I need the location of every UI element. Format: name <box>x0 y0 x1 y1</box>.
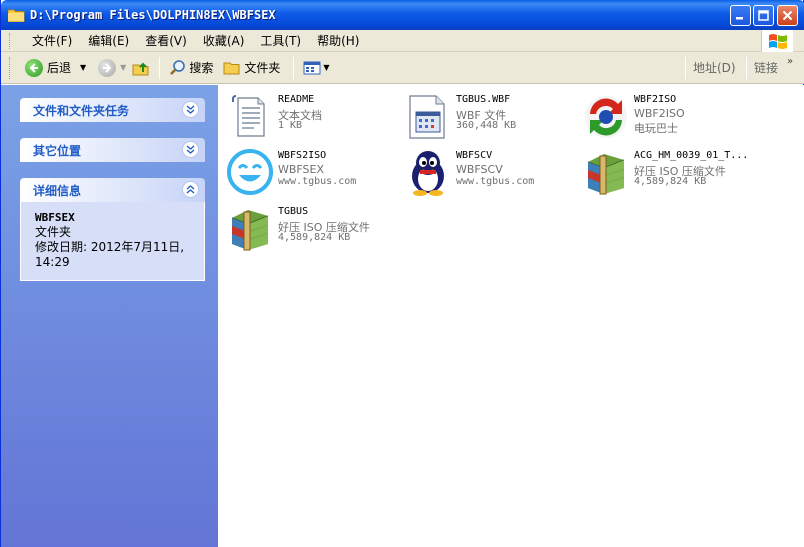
file-company: 电玩巴士 <box>634 122 678 135</box>
details-title: 详细信息 <box>33 183 82 198</box>
details-modified: 修改日期: 2012年7月11日, <box>35 240 185 254</box>
close-button[interactable] <box>777 5 798 26</box>
other-places-title: 其它位置 <box>33 143 82 158</box>
title-bar[interactable]: D:\Program Files\DOLPHIN8EX\WBFSEX <box>1 0 804 30</box>
toolbar-separator <box>159 56 161 79</box>
file-size: 1 KB <box>278 120 303 131</box>
file-description: WBFSEX <box>278 163 325 176</box>
archive-icon <box>226 204 274 252</box>
file-item-wbf2iso[interactable]: WBF2ISO WBF2ISO 电玩巴士 <box>578 90 753 142</box>
details-body: WBFSEX 文件夹 修改日期: 2012年7月11日, 14:29 <box>20 202 205 281</box>
details-name: WBFSEX <box>35 211 75 224</box>
file-name: README <box>278 94 315 105</box>
details-panel: 详细信息 WBFSEX 文件夹 修改日期: 2012年7月11日, 14:29 <box>20 178 205 281</box>
search-label: 搜索 <box>189 61 214 75</box>
toolbar-overflow-icon[interactable]: » <box>787 56 793 67</box>
file-size: 4,589,824 KB <box>278 232 351 243</box>
toolbar-separator <box>293 56 295 79</box>
details-time: 14:29 <box>35 255 70 269</box>
file-item-readme[interactable]: README 文本文档 1 KB <box>222 90 397 142</box>
file-company: www.tgbus.com <box>456 176 535 187</box>
maximize-button[interactable] <box>753 5 774 26</box>
file-size: 360,448 KB <box>456 120 517 131</box>
menu-tools[interactable]: 工具(T) <box>252 32 309 49</box>
smiley-app-icon <box>226 148 274 196</box>
wbf2iso-app-icon <box>582 92 630 140</box>
window-title: D:\Program Files\DOLPHIN8EX\WBFSEX <box>30 8 276 22</box>
back-label: 后退 <box>47 61 72 75</box>
views-icon <box>303 61 321 74</box>
standard-toolbar: 后退 ▼ ▼ 搜索 文件夹 ▼ <box>1 52 804 84</box>
forward-button[interactable]: ▼ <box>95 55 129 81</box>
menu-grip[interactable] <box>9 32 12 49</box>
menu-help[interactable]: 帮助(H) <box>309 32 367 49</box>
details-type: 文件夹 <box>35 225 72 239</box>
collapse-chevron-icon[interactable] <box>182 181 199 198</box>
menu-file[interactable]: 文件(F) <box>24 32 80 49</box>
text-document-icon <box>226 92 274 140</box>
details-header[interactable]: 详细信息 <box>20 178 205 202</box>
expand-chevron-icon[interactable] <box>182 101 199 118</box>
file-item-tgbus-iso[interactable]: TGBUS 好压 ISO 压缩文件 4,589,824 KB <box>222 202 397 254</box>
penguin-app-icon <box>404 148 452 196</box>
menu-edit[interactable]: 编辑(E) <box>80 32 137 49</box>
search-button[interactable]: 搜索 <box>166 55 216 81</box>
task-pane: 文件和文件夹任务 其它位置 详细信息 WBFSEX 文件夹 修改日期: 2012… <box>1 85 218 547</box>
explorer-window: D:\Program Files\DOLPHIN8EX\WBFSEX 文件(F)… <box>0 0 804 547</box>
back-dropdown-icon[interactable]: ▼ <box>80 63 86 72</box>
forward-dropdown-icon[interactable]: ▼ <box>120 63 126 72</box>
menu-bar: 文件(F) 编辑(E) 查看(V) 收藏(A) 工具(T) 帮助(H) <box>1 30 804 52</box>
file-item-wbfscv[interactable]: WBFSCV WBFSCV www.tgbus.com <box>400 146 575 198</box>
windows-logo-icon <box>761 30 793 52</box>
file-item-wbfs2iso[interactable]: WBFS2ISO WBFSEX www.tgbus.com <box>222 146 397 198</box>
file-item-acg-iso[interactable]: ACG_HM_0039_01_T... 好压 ISO 压缩文件 4,589,82… <box>578 146 753 198</box>
expand-chevron-icon[interactable] <box>182 141 199 158</box>
file-tasks-header[interactable]: 文件和文件夹任务 <box>20 98 205 122</box>
folder-icon <box>7 8 25 22</box>
links-label[interactable]: 链接 <box>754 59 778 76</box>
address-label[interactable]: 地址(D) <box>693 59 736 76</box>
up-folder-icon <box>132 62 149 75</box>
wbf-file-icon <box>404 92 452 140</box>
file-list[interactable]: README 文本文档 1 KB TGBUS.WBF WBF 文件 360,44… <box>218 85 804 547</box>
other-places-panel: 其它位置 <box>20 138 205 162</box>
file-tasks-title: 文件和文件夹任务 <box>33 103 130 118</box>
file-company: www.tgbus.com <box>278 176 357 187</box>
close-icon <box>782 10 793 21</box>
file-name: TGBUS <box>278 206 309 217</box>
folders-icon <box>223 62 240 74</box>
archive-icon <box>582 148 630 196</box>
menu-view[interactable]: 查看(V) <box>137 32 195 49</box>
folders-button[interactable]: 文件夹 <box>220 55 283 81</box>
toolbar-grip[interactable] <box>9 56 12 79</box>
back-arrow-icon <box>25 58 43 77</box>
views-dropdown-icon: ▼ <box>323 63 330 72</box>
maximize-icon <box>758 10 769 21</box>
file-name: WBFS2ISO <box>278 150 327 161</box>
file-name: ACG_HM_0039_01_T... <box>634 150 749 161</box>
links-separator <box>746 57 747 79</box>
file-name: TGBUS.WBF <box>456 94 511 105</box>
back-button[interactable]: 后退 ▼ <box>22 55 89 81</box>
address-separator <box>685 57 686 79</box>
menu-favorites[interactable]: 收藏(A) <box>195 32 253 49</box>
other-places-header[interactable]: 其它位置 <box>20 138 205 162</box>
minimize-button[interactable] <box>730 5 751 26</box>
minimize-icon <box>736 17 743 20</box>
file-name: WBFSCV <box>456 150 493 161</box>
file-description: WBFSCV <box>456 163 503 176</box>
file-description: WBF2ISO <box>634 107 685 120</box>
file-item-tgbus-wbf[interactable]: TGBUS.WBF WBF 文件 360,448 KB <box>400 90 575 142</box>
file-tasks-panel: 文件和文件夹任务 <box>20 98 205 122</box>
views-button[interactable]: ▼ <box>300 55 332 81</box>
search-icon <box>170 60 186 75</box>
folders-label: 文件夹 <box>244 61 281 75</box>
file-size: 4,589,824 KB <box>634 176 707 187</box>
file-name: WBF2ISO <box>634 94 677 105</box>
forward-arrow-icon <box>98 58 117 77</box>
up-folder-button[interactable] <box>129 55 153 81</box>
